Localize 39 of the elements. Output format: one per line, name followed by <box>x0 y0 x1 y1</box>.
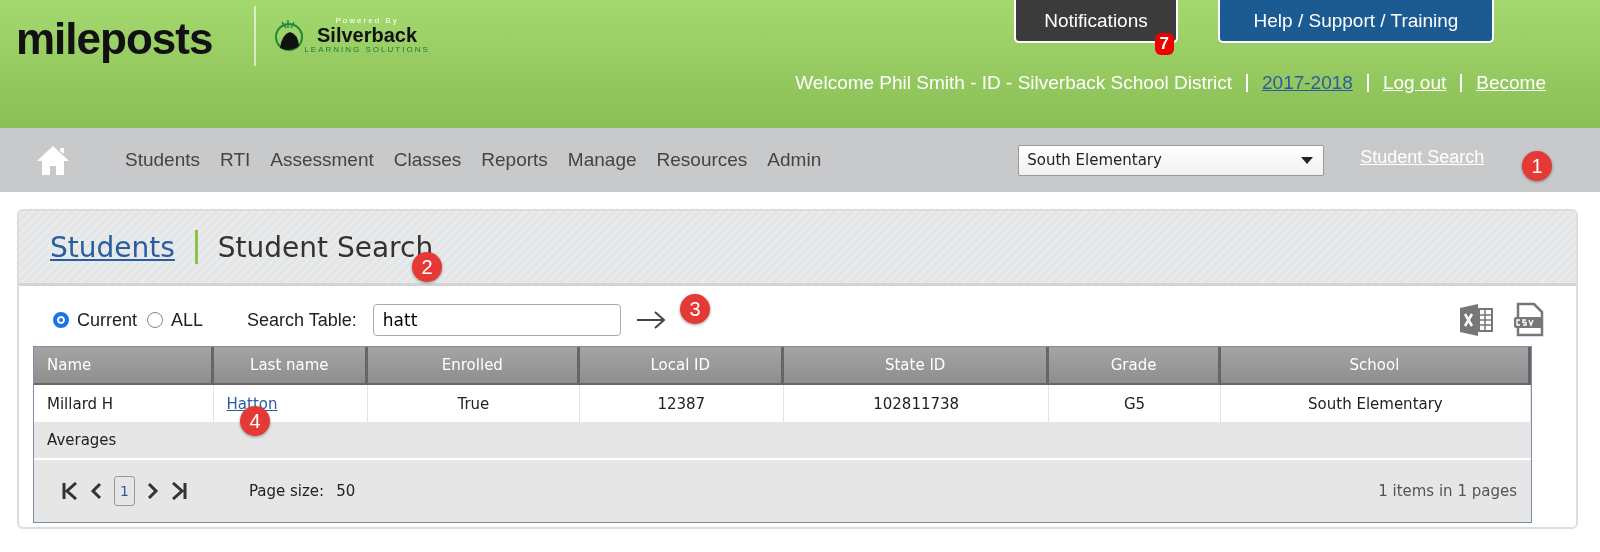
logo-wordmark: mileposts <box>16 14 213 64</box>
nav-item[interactable]: Admin <box>767 149 822 171</box>
radio-button[interactable] <box>53 312 69 328</box>
partner-tagline: LEARNING SOLUTIONS <box>304 45 430 54</box>
excel-export-icon[interactable] <box>1458 302 1494 338</box>
header-button[interactable]: Help / Support / Training <box>1218 0 1494 43</box>
nav-item[interactable]: Resources <box>656 149 748 171</box>
page-number-button[interactable]: 1 <box>114 476 135 506</box>
radio-label: Current <box>77 309 138 331</box>
gorilla-icon <box>274 18 305 52</box>
breadcrumb-link[interactable]: Students <box>50 230 175 264</box>
nav-item[interactable]: Assessment <box>270 149 374 171</box>
nav-item[interactable]: Students <box>125 149 200 171</box>
nav-item[interactable]: Classes <box>393 149 462 171</box>
nav-item[interactable]: Reports <box>481 149 548 171</box>
powered-by-text: Powered By <box>335 16 399 25</box>
next-page-icon[interactable] <box>146 482 159 500</box>
csv-export-icon[interactable] <box>1512 302 1546 338</box>
welcome-text: Welcome Phil Smith - ID - Silverback School District <box>795 72 1232 94</box>
partner-logo-text: Silverback <box>317 25 418 45</box>
notification-badge: 7 <box>1154 33 1174 55</box>
page-size-value: 50 <box>336 482 356 500</box>
first-page-icon[interactable] <box>62 482 78 500</box>
previous-page-icon[interactable] <box>90 482 102 500</box>
search-field[interactable]: hatt <box>372 304 621 336</box>
school-select[interactable]: South Elementary <box>1018 144 1325 176</box>
nav-item[interactable]: RTI <box>220 149 251 171</box>
pager-summary: 1 items in 1 pages <box>1378 482 1517 500</box>
last-page-icon[interactable] <box>170 482 187 500</box>
arrow-icon[interactable] <box>634 310 667 330</box>
nav-item[interactable]: Manage <box>567 149 637 171</box>
averages-label: Averages <box>47 431 117 449</box>
caret-icon <box>1301 156 1314 164</box>
radio-label: ALL <box>171 309 204 331</box>
page-size-label: Page size: <box>248 482 325 500</box>
search-label: Search Table: <box>247 309 357 331</box>
callout-marker: 3 <box>680 294 710 324</box>
radio-button[interactable] <box>147 312 164 328</box>
header-link[interactable]: 2017-2018 <box>1262 72 1353 94</box>
